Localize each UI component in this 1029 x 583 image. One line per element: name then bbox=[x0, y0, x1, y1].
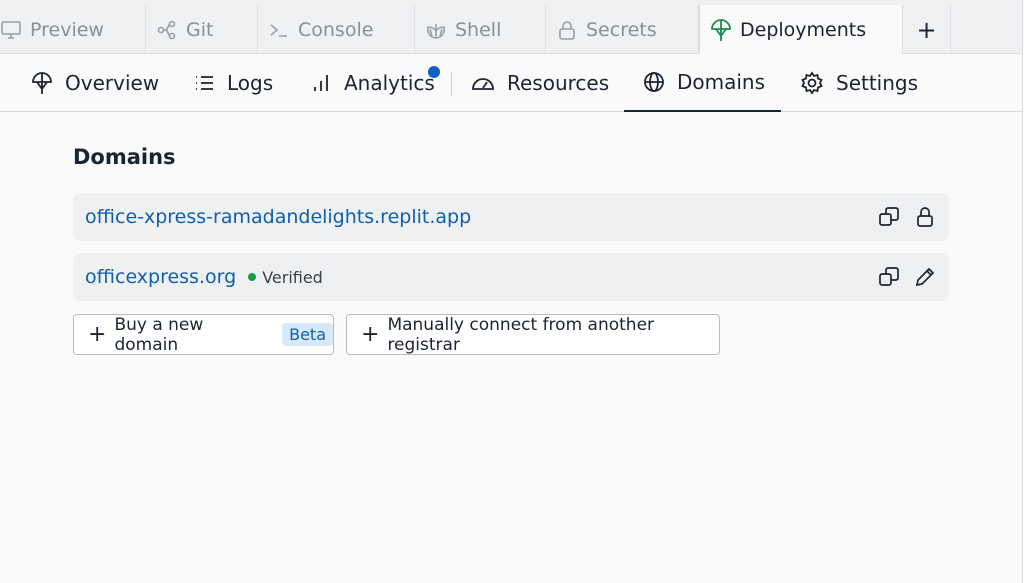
tab-console[interactable]: Console bbox=[258, 5, 415, 54]
nav-domains[interactable]: Domains bbox=[624, 54, 781, 112]
tab-label: Console bbox=[298, 18, 374, 41]
domain-row: officexpress.org Verified bbox=[73, 253, 949, 301]
tab-shell[interactable]: Shell bbox=[415, 5, 546, 54]
buy-domain-button[interactable]: + Buy a new domain Beta bbox=[73, 314, 334, 355]
workspace-tab-bar: Preview Git Console Shell Secrets Deploy… bbox=[0, 0, 1022, 55]
button-label: Buy a new domain bbox=[114, 314, 204, 355]
git-branch-icon bbox=[157, 20, 176, 39]
tab-git[interactable]: Git bbox=[146, 5, 258, 54]
page-title: Domains bbox=[73, 145, 176, 169]
nav-analytics[interactable]: Analytics bbox=[310, 54, 435, 112]
tab-label: Secrets bbox=[586, 18, 657, 41]
deploy-icon bbox=[711, 19, 731, 41]
tab-label: Preview bbox=[30, 18, 104, 41]
button-label: Manually connect from another registrar bbox=[387, 314, 655, 355]
monitor-icon bbox=[1, 20, 21, 39]
gauge-icon bbox=[472, 78, 494, 90]
lock-icon bbox=[559, 20, 575, 40]
status-text: Verified bbox=[262, 267, 323, 287]
nav-settings[interactable]: Settings bbox=[800, 54, 918, 112]
list-icon bbox=[196, 76, 213, 90]
nav-resources[interactable]: Resources bbox=[471, 54, 609, 112]
pencil-icon[interactable] bbox=[913, 265, 937, 289]
scrollbar[interactable] bbox=[1022, 0, 1029, 583]
terminal-icon bbox=[270, 23, 287, 37]
nav-label: Resources bbox=[507, 71, 610, 95]
tab-secrets[interactable]: Secrets bbox=[546, 5, 699, 54]
nav-label: Settings bbox=[836, 71, 919, 95]
status-badge: Verified bbox=[248, 268, 323, 287]
plus-icon: + bbox=[361, 321, 380, 347]
plus-icon: + bbox=[88, 321, 107, 347]
copy-icon[interactable] bbox=[877, 265, 901, 289]
tab-label: Shell bbox=[455, 18, 502, 41]
deployment-subnav: Overview Logs Analytics Resources Domain… bbox=[0, 54, 1022, 112]
shell-icon bbox=[427, 23, 445, 39]
nav-label: Logs bbox=[227, 71, 274, 95]
globe-icon bbox=[644, 72, 664, 92]
overview-icon bbox=[32, 72, 52, 94]
nav-label: Overview bbox=[65, 71, 160, 95]
nav-label: Analytics bbox=[344, 71, 435, 95]
gear-icon bbox=[801, 71, 823, 95]
bar-chart-icon bbox=[314, 75, 328, 91]
verified-dot-icon bbox=[248, 273, 257, 281]
add-tab-button[interactable]: + bbox=[903, 5, 951, 54]
tab-preview[interactable]: Preview bbox=[0, 5, 146, 54]
nav-logs[interactable]: Logs bbox=[193, 54, 273, 112]
tab-label: Git bbox=[186, 18, 214, 41]
domain-row: office-xpress-ramadandelights.replit.app bbox=[73, 193, 949, 241]
analytics-notification-dot bbox=[428, 66, 440, 78]
domain-link[interactable]: officexpress.org bbox=[85, 266, 236, 288]
domain-link[interactable]: office-xpress-ramadandelights.replit.app bbox=[85, 206, 471, 228]
nav-overview[interactable]: Overview bbox=[31, 54, 159, 112]
lock-icon bbox=[917, 207, 933, 227]
connect-domain-button[interactable]: + Manually connect from another registra… bbox=[346, 314, 720, 355]
nav-divider bbox=[451, 72, 452, 96]
nav-label: Domains bbox=[677, 70, 766, 94]
tab-label: Deployments bbox=[740, 19, 867, 41]
beta-badge: Beta bbox=[282, 323, 333, 346]
tab-deployments[interactable]: Deployments bbox=[699, 5, 903, 55]
copy-icon[interactable] bbox=[877, 205, 901, 229]
